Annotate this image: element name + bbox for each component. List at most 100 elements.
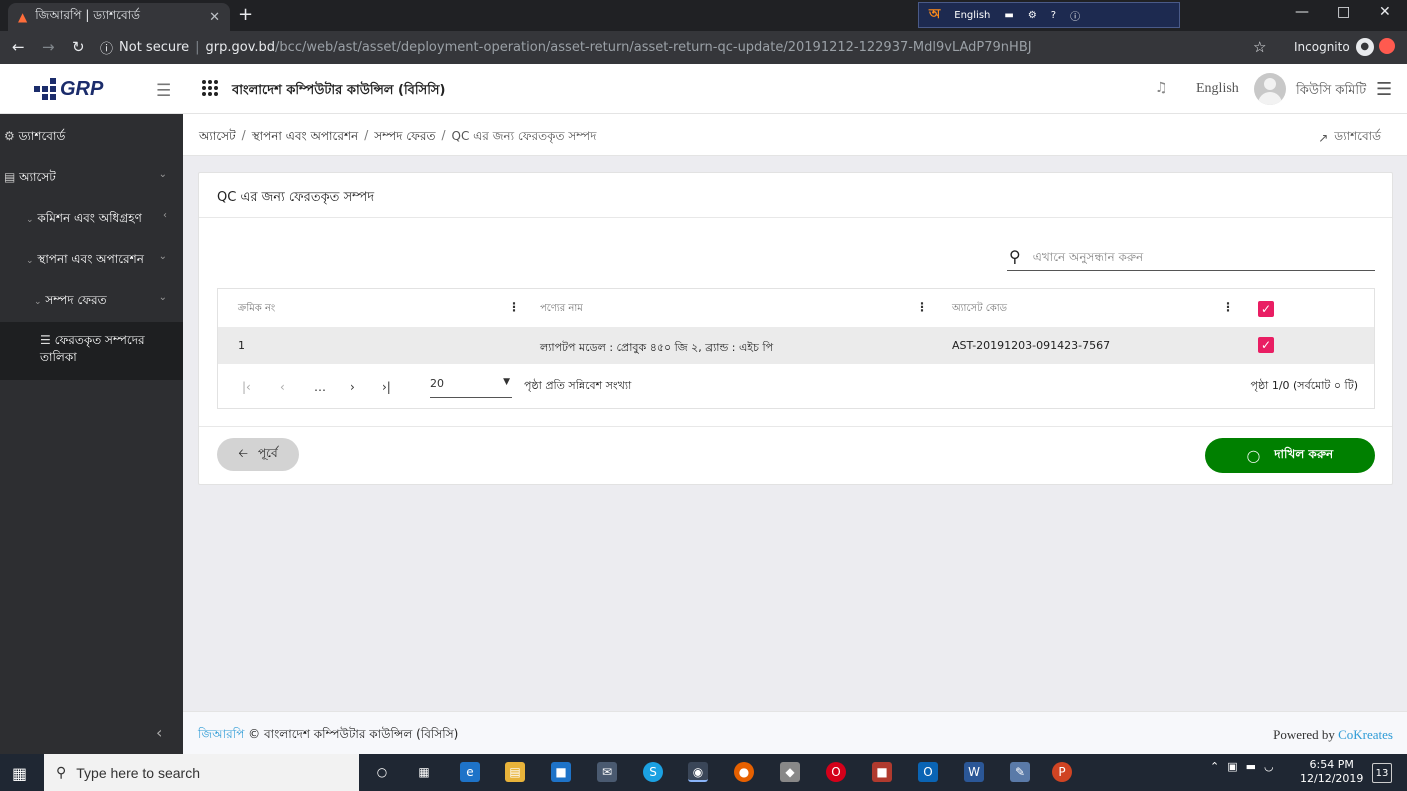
info-icon[interactable]: ⓘ (1070, 8, 1080, 23)
store-icon[interactable]: ■ (551, 762, 571, 782)
column-header-serial[interactable]: ক্রমিক নং (238, 301, 275, 318)
chevron-down-icon: ⌄ (26, 256, 34, 266)
security-label[interactable]: Not secure (119, 40, 189, 55)
next-page-icon[interactable]: › (350, 380, 355, 394)
trend-line-icon: ↗ (1318, 131, 1329, 145)
mail-icon[interactable]: ✉ (597, 762, 617, 782)
reload-icon[interactable]: ↻ (72, 38, 85, 56)
submit-button[interactable]: ◯ দাখিল করুন (1205, 438, 1375, 473)
network-icon[interactable]: ▣ (1227, 760, 1237, 773)
minimize-icon[interactable]: — (1295, 4, 1309, 20)
search-icon: ⚲ (1009, 247, 1021, 266)
windows-taskbar: ▦ ⚲ Type here to search ○ ▦ e ▤ ■ ✉ S ◉ … (0, 754, 1407, 791)
opera-icon[interactable]: O (826, 762, 846, 782)
breadcrumb: অ্যাসেট / স্থাপনা এবং অপারেশন / সম্পদ ফে… (199, 128, 596, 148)
sidebar-item-asset[interactable]: ▤ অ্যাসেট ⌄ (0, 169, 183, 189)
column-menu-icon[interactable]: ⋮ (1222, 300, 1234, 314)
url-field[interactable]: ⓘ Not secure | grp.gov.bd/bcc/web/ast/as… (100, 35, 1280, 60)
notification-bell-icon[interactable]: ♫ (1155, 80, 1168, 96)
keyboard-icon[interactable]: ▬ (1004, 10, 1013, 21)
document-icon: ▤ (4, 170, 16, 184)
sidebar-toggle-icon[interactable]: ☰ (156, 81, 171, 101)
table-header-row: ক্রমিক নং ⋮ পণ্যের নাম ⋮ অ্যাসেট কোড ⋮ ✓ (218, 289, 1374, 326)
column-header-asset-code[interactable]: অ্যাসেট কোড (952, 301, 1007, 318)
prev-page-icon[interactable]: ‹ (280, 380, 285, 394)
tab-close-icon[interactable]: ✕ (209, 10, 220, 25)
file-explorer-icon[interactable]: ▤ (505, 762, 525, 782)
paint-icon[interactable]: ◆ (780, 762, 800, 782)
taskbar-search[interactable]: ⚲ Type here to search (44, 754, 359, 791)
incognito-indicator[interactable]: Incognito ● (1294, 38, 1374, 56)
notepad-icon[interactable]: ✎ (1010, 762, 1030, 782)
column-menu-icon[interactable]: ⋮ (508, 300, 520, 314)
window-close-icon[interactable]: ✕ (1379, 4, 1391, 20)
page-size-select[interactable]: 20 ▼ (430, 374, 512, 398)
windows-start-icon[interactable]: ▦ (12, 764, 27, 783)
word-icon[interactable]: W (964, 762, 984, 782)
row-checkbox[interactable]: ✓ (1258, 337, 1274, 353)
language-toolbar[interactable]: অ English ▬ ⚙ ? ⓘ (918, 2, 1180, 28)
bangla-keyboard-icon[interactable]: অ (929, 5, 940, 26)
maximize-icon[interactable]: □ (1337, 4, 1350, 20)
language-switch-link[interactable]: English (1196, 81, 1239, 97)
column-menu-icon[interactable]: ⋮ (916, 300, 928, 314)
edge-icon[interactable]: e (460, 762, 480, 782)
user-avatar[interactable] (1254, 73, 1286, 105)
incognito-label: Incognito (1294, 40, 1350, 54)
settings-icon[interactable]: ⚙ (1028, 10, 1037, 21)
sidebar-item-deployment[interactable]: ⌄ স্থাপনা এবং অপারেশন ⌄ (0, 251, 183, 271)
page-ellipsis[interactable]: … (314, 380, 326, 394)
search-box[interactable]: ⚲ (1007, 243, 1375, 271)
chevron-down-icon: ⌄ (26, 215, 34, 225)
sidebar-item-asset-return[interactable]: ⌄ সম্পদ ফেরত ⌄ (0, 292, 183, 312)
collapse-sidebar-icon[interactable]: ‹ (156, 723, 162, 742)
app-icon[interactable]: ■ (872, 762, 892, 782)
sidebar-item-returned-asset-list[interactable]: ☰ ফেরতকৃত সম্পদের তালিকা (0, 322, 183, 380)
search-input[interactable] (1032, 249, 1353, 264)
back-button[interactable]: 🡠 পূর্বে (217, 438, 299, 471)
notification-center-icon[interactable]: 13 (1372, 763, 1392, 783)
chevron-up-icon[interactable]: ⌃ (1210, 760, 1219, 773)
breadcrumb-item[interactable]: স্থাপনা এবং অপারেশন (252, 128, 359, 148)
skype-icon[interactable]: S (643, 762, 663, 782)
language-toolbar-label[interactable]: English (954, 10, 990, 21)
firefox-icon[interactable]: ● (734, 762, 754, 782)
assets-table: ক্রমিক নং ⋮ পণ্যের নাম ⋮ অ্যাসেট কোড ⋮ ✓… (217, 288, 1375, 409)
column-header-product[interactable]: পণ্যের নাম (540, 301, 583, 318)
app-footer: জিআরপি © বাংলাদেশ কম্পিউটার কাউন্সিল (বি… (183, 711, 1407, 754)
cortana-icon[interactable]: ○ (372, 762, 392, 782)
taskbar-clock[interactable]: 6:54 PM 12/12/2019 (1300, 758, 1363, 786)
url-path: /bcc/web/ast/asset/deployment-operation/… (275, 40, 1032, 55)
chrome-icon[interactable]: ◉ (688, 762, 708, 782)
footer-brand-link[interactable]: জিআরপি (198, 727, 244, 741)
dashboard-link[interactable]: ↗ ড্যাশবোর্ড (1318, 128, 1381, 148)
extension-icon[interactable] (1379, 38, 1395, 54)
new-tab-button[interactable]: + (238, 4, 253, 25)
sidebar-item-commission[interactable]: ⌄ কমিশন এবং অধিগ্রহণ ‹ (0, 210, 183, 230)
first-page-icon[interactable]: |‹ (242, 380, 251, 394)
wifi-icon[interactable]: ◡ (1264, 760, 1274, 773)
help-icon[interactable]: ? (1051, 10, 1056, 21)
outlook-icon[interactable]: O (918, 762, 938, 782)
browser-tab[interactable]: ▲ জিআরপি | ড্যাশবোর্ড ✕ (8, 3, 230, 31)
last-page-icon[interactable]: ›| (382, 380, 391, 394)
powered-by-company-link[interactable]: CoKreates (1338, 727, 1393, 742)
breadcrumb-bar: অ্যাসেট / স্থাপনা এবং অপারেশন / সম্পদ ফে… (183, 114, 1407, 156)
breadcrumb-item[interactable]: সম্পদ ফেরত (374, 128, 435, 148)
sidebar-item-dashboard[interactable]: ⚙ ড্যাশবোর্ড (0, 128, 183, 148)
back-arrow-icon[interactable]: ← (12, 38, 25, 56)
grp-logo[interactable]: GRP (34, 73, 114, 105)
apps-grid-icon[interactable] (202, 80, 218, 96)
task-view-icon[interactable]: ▦ (414, 762, 434, 782)
info-circle-icon[interactable]: ⓘ (100, 38, 113, 57)
breadcrumb-item[interactable]: অ্যাসেট (199, 128, 236, 148)
battery-icon[interactable]: ▬ (1246, 760, 1256, 773)
powerpoint-icon[interactable]: P (1052, 762, 1072, 782)
system-tray[interactable]: ⌃ ▣ ▬ ◡ (1210, 760, 1274, 773)
bookmark-star-icon[interactable]: ☆ (1253, 38, 1266, 56)
user-name[interactable]: কিউসি কমিটি (1296, 81, 1366, 102)
user-menu-icon[interactable]: ☰ (1376, 79, 1392, 100)
select-all-checkbox[interactable]: ✓ (1258, 301, 1274, 317)
table-row[interactable]: 1 ল্যাপটপ মডেল : প্রোবুক ৪৫০ জি ২, ব্র্য… (218, 327, 1374, 364)
forward-arrow-icon[interactable]: → (42, 38, 55, 56)
